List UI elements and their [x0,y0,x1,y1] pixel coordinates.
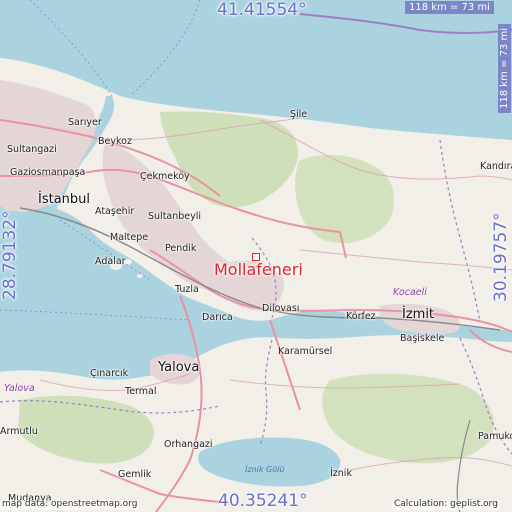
place-iznik-golu: İznik Gölü [245,465,285,474]
place-orhangazi: Orhangazi [164,439,213,450]
north-latitude: 41.41554° [217,0,307,20]
place-sultanbeyli: Sultanbeyli [148,211,202,222]
place-basiskele: Başiskele [400,333,445,344]
place-gaziosmanpasa: Gaziosmanpaşa [10,167,86,178]
south-latitude: 40.35241° [218,491,308,511]
place-gemlik: Gemlik [118,469,152,480]
place-yalova-province: Yalova [4,383,35,394]
place-iznik: İznik [330,468,352,479]
place-izmit: İzmit [402,307,435,322]
adalar-island-3 [137,274,143,278]
place-armutlu: Armutlu [0,426,38,437]
place-atasehir: Ataşehir [95,206,135,217]
place-beykoz: Beykoz [98,136,132,147]
scale-horizontal: 118 km = 73 mi [405,1,494,14]
place-pamukova: Pamuko [478,431,512,442]
place-istanbul: İstanbul [38,192,91,207]
credit-calculation[interactable]: Calculation: geplist.org [392,499,500,510]
place-maltepe: Maltepe [110,232,149,243]
place-sile: Şile [290,109,308,120]
place-sultangazi: Sultangazi [7,144,57,155]
place-cinarcik: Çınarcık [90,368,129,379]
place-kocaeli: Kocaeli [393,287,427,298]
place-karamursel: Karamürsel [278,346,333,357]
place-sariyer: Sarıyer [68,117,102,128]
place-pendik: Pendik [165,243,197,254]
place-termal: Termal [125,386,157,397]
place-darica: Darıca [202,312,233,323]
place-adalar: Adalar [95,256,126,267]
place-tuzla: Tuzla [175,284,199,295]
place-yalova: Yalova [158,360,200,375]
west-longitude: 28.79132° [0,210,20,300]
scale-vertical: 118 km = 73 mi [498,24,511,113]
place-cekmekoy: Çekmeköy [140,171,190,182]
place-korfez: Körfez [346,311,376,322]
place-kandira: Kandıra [480,161,512,172]
selected-place-label[interactable]: Mollafeneri [214,262,303,278]
place-dilovasi: Dilovası [262,303,300,314]
east-longitude: 30.19757° [491,212,511,302]
credit-map-data[interactable]: map data: openstreetmap.org [0,499,140,510]
